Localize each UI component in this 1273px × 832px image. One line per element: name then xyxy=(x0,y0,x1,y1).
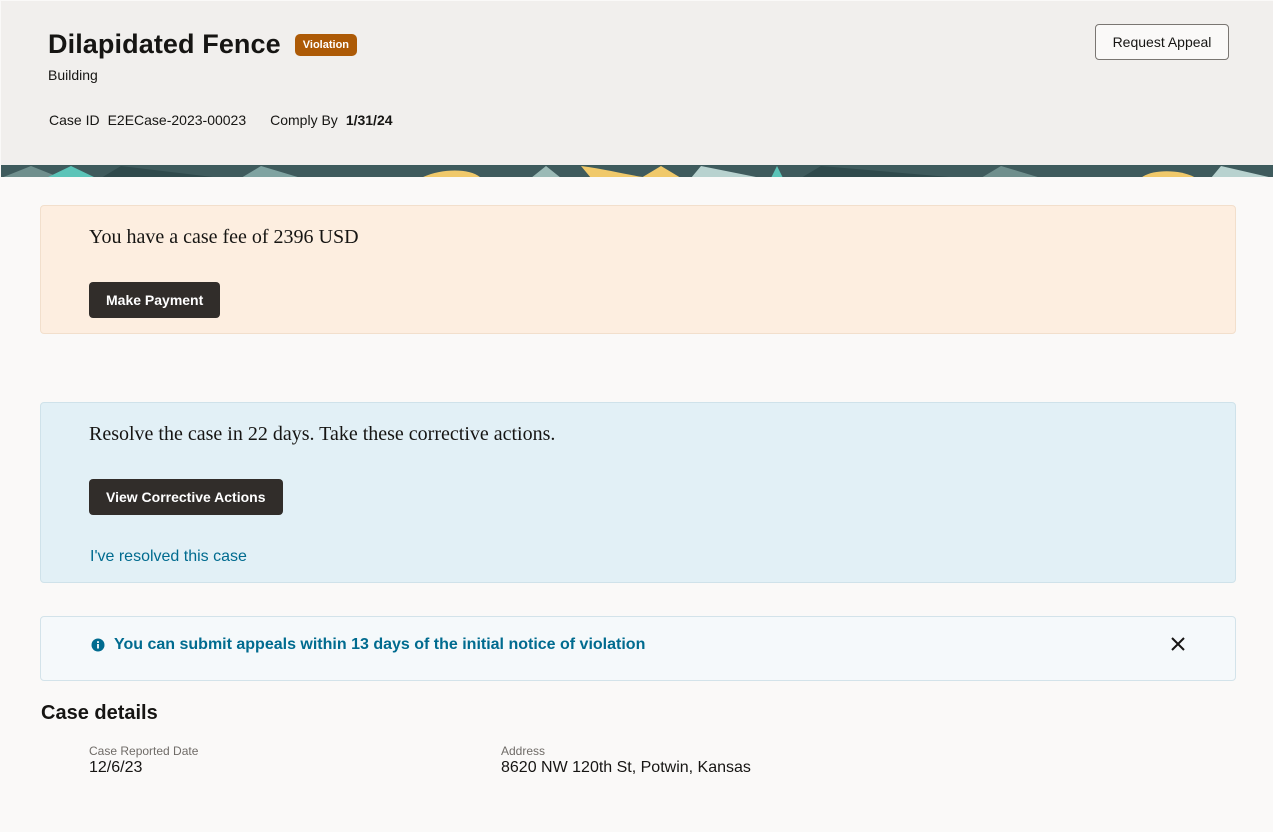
request-appeal-button[interactable]: Request Appeal xyxy=(1095,24,1229,60)
comply-by-label: Comply By xyxy=(270,112,338,128)
appeal-info-text: You can submit appeals within 13 days of… xyxy=(114,636,646,653)
reported-date-value: 12/6/23 xyxy=(89,759,143,776)
case-category: Building xyxy=(48,67,98,83)
address-label: Address xyxy=(501,744,546,758)
case-id-label: Case ID xyxy=(49,112,100,128)
make-payment-button[interactable]: Make Payment xyxy=(89,282,221,318)
decorative-banner xyxy=(1,165,1273,177)
case-id-value: E2ECase-2023-00023 xyxy=(107,112,247,128)
address-value: 8620 NW 120th St, Potwin, Kansas xyxy=(501,759,751,776)
case-details-title: Case details xyxy=(41,702,158,724)
corrective-actions-card: Resolve the case in 22 days. Take these … xyxy=(40,402,1236,583)
resolved-case-link[interactable]: I've resolved this case xyxy=(90,548,247,566)
resolve-message: Resolve the case in 22 days. Take these … xyxy=(89,423,556,445)
close-icon[interactable] xyxy=(1168,634,1188,654)
view-corrective-actions-button[interactable]: View Corrective Actions xyxy=(89,479,283,515)
case-meta: Case ID E2ECase-2023-00023 Comply By 1/3… xyxy=(49,112,393,128)
appeal-info-message: You can submit appeals within 13 days of… xyxy=(40,616,1236,681)
status-badge: Violation xyxy=(294,33,358,56)
reported-date-label: Case Reported Date xyxy=(89,744,199,758)
page-title: Dilapidated Fence xyxy=(48,29,281,59)
case-fee-message: You have a case fee of 2396 USD xyxy=(89,226,359,248)
info-icon xyxy=(91,638,105,652)
comply-by-value: 1/31/24 xyxy=(345,112,393,128)
title-row: Dilapidated Fence Violation xyxy=(48,29,358,60)
case-header: Dilapidated Fence Violation Building Cas… xyxy=(1,1,1273,165)
case-fee-card: You have a case fee of 2396 USD Make Pay… xyxy=(40,205,1236,334)
